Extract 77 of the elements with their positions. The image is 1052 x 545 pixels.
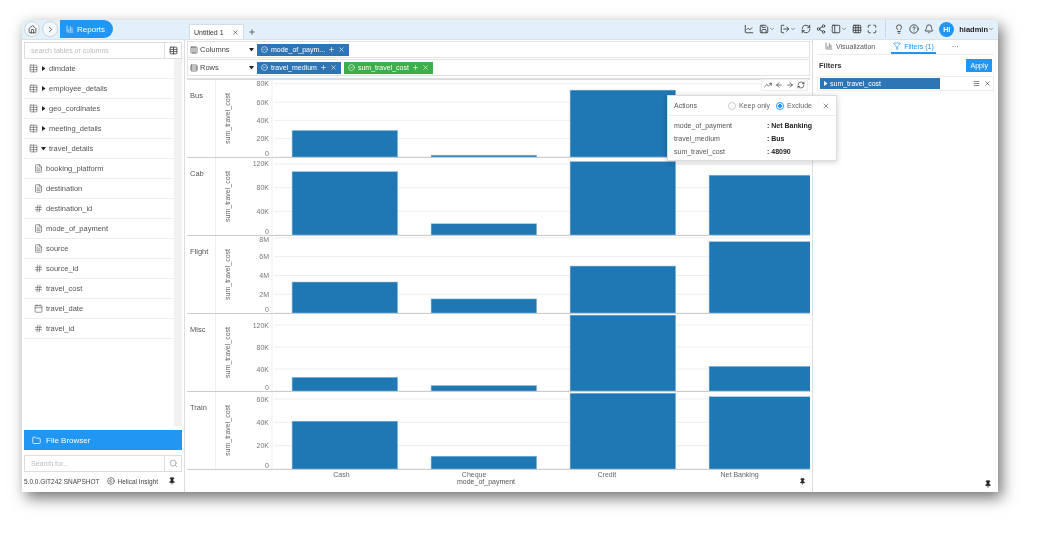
- export-icon[interactable]: [780, 24, 791, 34]
- check-icon: [261, 46, 268, 53]
- bar[interactable]: [569, 161, 676, 235]
- grid-icon[interactable]: [852, 24, 863, 34]
- copyright-icon: [106, 477, 115, 485]
- bar[interactable]: [569, 314, 676, 391]
- table-icon: [29, 144, 38, 153]
- bar[interactable]: [430, 385, 537, 391]
- bar[interactable]: [291, 171, 398, 235]
- table-icon: [29, 64, 38, 73]
- columns-icon: [190, 45, 198, 54]
- caret-icon[interactable]: [41, 126, 46, 131]
- hash-icon: [34, 284, 43, 293]
- bar[interactable]: [430, 154, 537, 157]
- table-icon[interactable]: [168, 46, 178, 55]
- close-icon[interactable]: [231, 28, 239, 36]
- help-icon[interactable]: [909, 24, 920, 34]
- caret-icon[interactable]: [41, 106, 46, 111]
- document-icon: [34, 184, 43, 193]
- table-icon: [29, 104, 38, 113]
- pin-icon[interactable]: [799, 478, 806, 485]
- rows-icon: [190, 63, 198, 72]
- hash-icon: [34, 264, 43, 273]
- layout-icon[interactable]: [831, 24, 842, 34]
- table-icon: [29, 84, 38, 93]
- lightbulb-icon[interactable]: [894, 24, 905, 34]
- bar[interactable]: [430, 223, 537, 235]
- bar[interactable]: [708, 396, 810, 469]
- hash-icon: [34, 324, 43, 333]
- bar-chart-icon: [825, 42, 833, 50]
- pin-icon[interactable]: [168, 477, 176, 485]
- bell-icon[interactable]: [924, 24, 935, 34]
- bar[interactable]: [291, 420, 398, 469]
- filter-icon: [893, 42, 902, 50]
- pin-icon[interactable]: [984, 480, 992, 488]
- refresh-icon[interactable]: [801, 24, 812, 34]
- caret-icon[interactable]: [41, 86, 46, 91]
- bar[interactable]: [708, 174, 810, 235]
- trend-icon[interactable]: [764, 81, 772, 89]
- bar[interactable]: [569, 89, 676, 157]
- calendar-icon: [34, 304, 43, 313]
- caret-icon[interactable]: [41, 66, 46, 71]
- bar[interactable]: [291, 281, 398, 313]
- close-icon[interactable]: [329, 64, 337, 71]
- save-icon[interactable]: [759, 24, 770, 34]
- table-icon: [29, 124, 38, 133]
- folder-icon[interactable]: [32, 435, 41, 445]
- caret-icon[interactable]: [249, 65, 254, 70]
- arrow-right-icon[interactable]: [786, 81, 794, 89]
- plus-icon[interactable]: [328, 46, 336, 53]
- arrow-left-icon[interactable]: [775, 81, 783, 89]
- fullscreen-icon[interactable]: [867, 24, 878, 34]
- document-icon: [34, 224, 43, 233]
- bar[interactable]: [430, 455, 537, 469]
- refresh-icon[interactable]: [797, 81, 805, 89]
- bar[interactable]: [569, 392, 676, 469]
- share-icon[interactable]: [816, 24, 827, 34]
- plus-icon[interactable]: [319, 64, 327, 71]
- search-icon[interactable]: [168, 459, 178, 468]
- close-icon[interactable]: [338, 46, 346, 53]
- hash-icon: [34, 204, 43, 213]
- line-chart-icon[interactable]: [744, 24, 755, 34]
- menu-icon[interactable]: [973, 80, 980, 87]
- bar[interactable]: [708, 241, 810, 313]
- close-icon[interactable]: [822, 101, 830, 110]
- plus-icon[interactable]: [247, 28, 256, 36]
- check-icon: [261, 64, 268, 71]
- bar[interactable]: [291, 130, 398, 157]
- bar[interactable]: [569, 265, 676, 313]
- table-view-button[interactable]: [165, 42, 182, 59]
- check-icon: [347, 64, 355, 71]
- bar[interactable]: [430, 298, 537, 313]
- caret-icon[interactable]: [249, 47, 254, 52]
- caret-icon[interactable]: [41, 146, 46, 151]
- document-icon: [34, 244, 43, 253]
- document-icon: [34, 164, 43, 173]
- close-icon[interactable]: [984, 80, 991, 87]
